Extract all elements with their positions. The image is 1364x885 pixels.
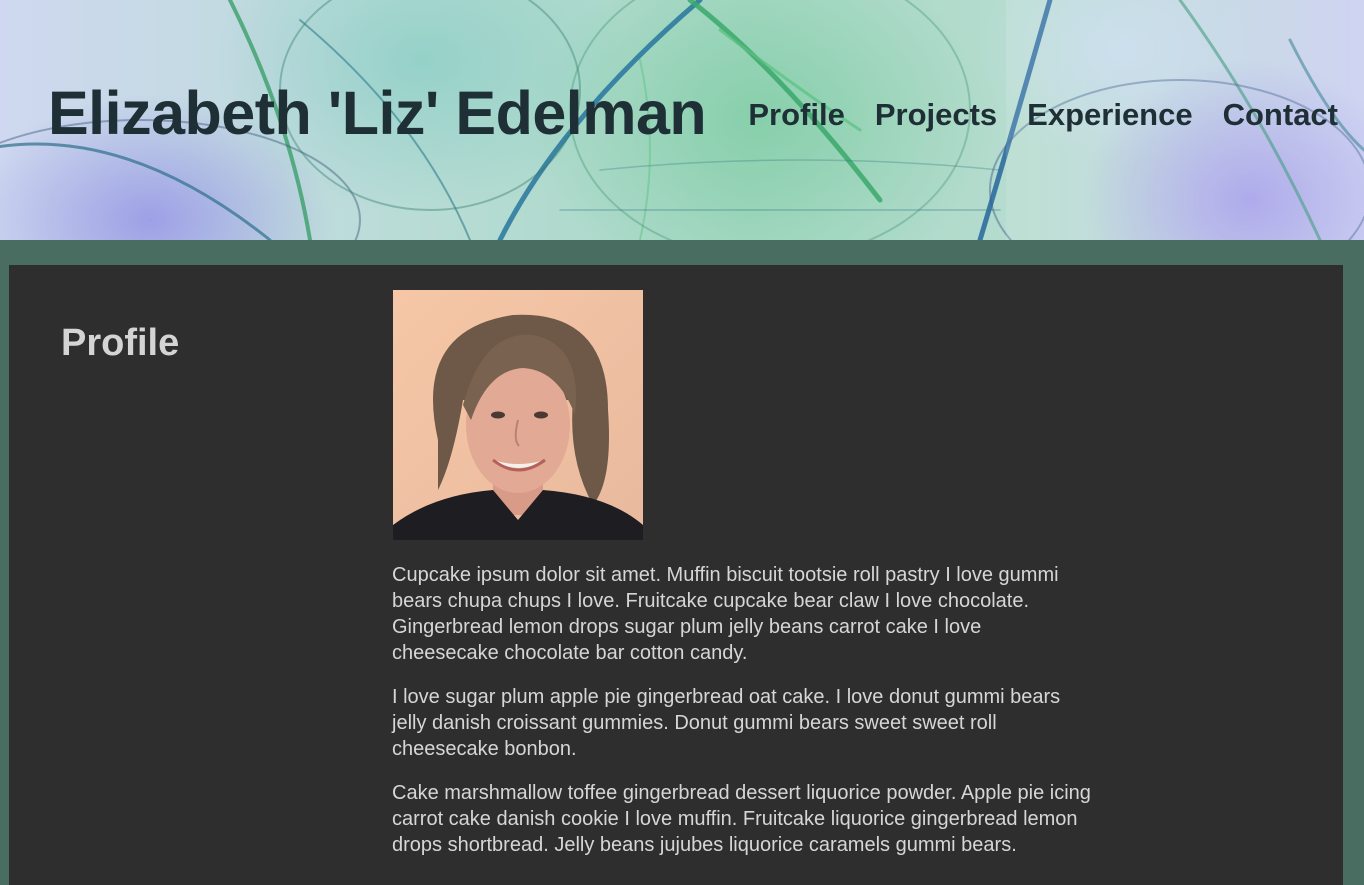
nav-link-contact[interactable]: Contact <box>1223 97 1338 133</box>
nav-link-projects[interactable]: Projects <box>875 97 997 133</box>
nav-link-profile[interactable]: Profile <box>748 97 844 133</box>
profile-paragraph: Cake marshmallow toffee gingerbread dess… <box>392 782 1091 856</box>
profile-paragraph: I love sugar plum apple pie gingerbread … <box>392 686 1061 760</box>
profile-section: Profile Cupcake ipsum dolor sit amet. Mu… <box>9 265 1343 885</box>
profile-photo <box>393 290 643 540</box>
nav-link-experience[interactable]: Experience <box>1027 97 1192 133</box>
profile-paragraph: Cupcake ipsum dolor sit amet. Muffin bis… <box>392 564 1059 664</box>
profile-text: Cupcake ipsum dolor sit amet. Muffin bis… <box>392 562 1092 876</box>
site-header: Elizabeth 'Liz' Edelman Profile Projects… <box>0 0 1364 240</box>
site-title: Elizabeth 'Liz' Edelman <box>48 79 707 147</box>
section-heading: Profile <box>61 322 180 364</box>
main-navigation: Profile Projects Experience Contact <box>748 97 1338 133</box>
